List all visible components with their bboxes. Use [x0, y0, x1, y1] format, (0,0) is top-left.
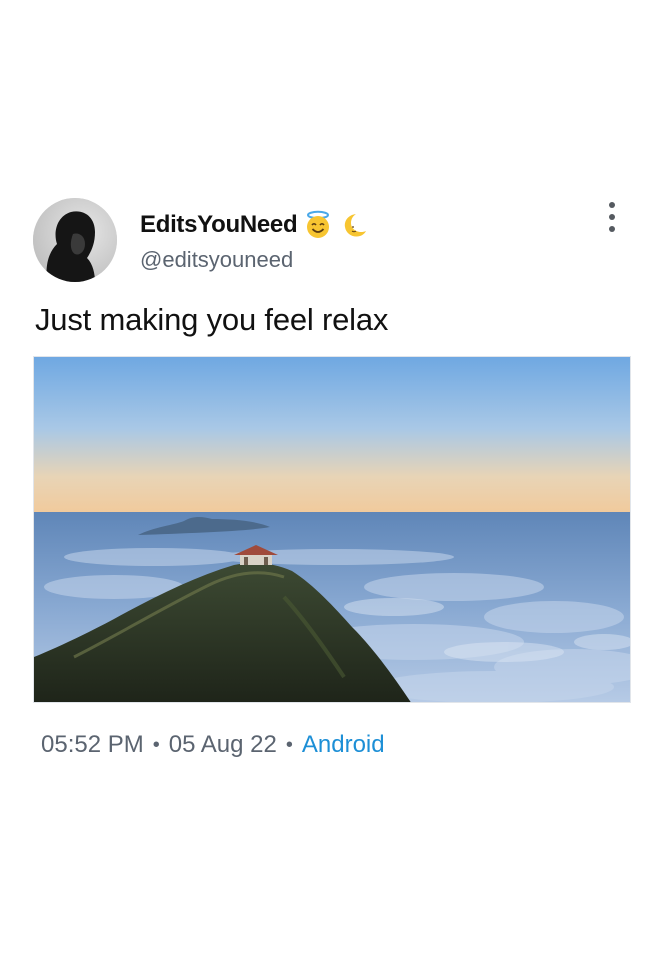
tweet-card: EditsYouNeed @editsyouneed Just making y…: [0, 0, 664, 966]
tweet-date: 05 Aug 22: [168, 731, 277, 758]
tweet-media-image[interactable]: [33, 356, 631, 703]
more-vertical-icon-dot: [609, 226, 615, 232]
smiling-face-with-halo-emoji-icon: [303, 210, 333, 240]
more-vertical-icon-dot: [609, 214, 615, 220]
more-vertical-icon: [609, 202, 615, 208]
tweet-text: Just making you feel relax: [35, 302, 389, 337]
tweet-metadata: 05:52 PM • 05 Aug 22 • Android: [41, 731, 385, 759]
more-options-button[interactable]: [600, 202, 624, 232]
separator-dot: •: [285, 733, 293, 756]
tweet-source-link[interactable]: Android: [302, 731, 385, 759]
tweet-time: 05:52 PM: [41, 731, 144, 758]
display-name[interactable]: EditsYouNeed: [140, 211, 298, 239]
crescent-moon-emoji-icon: [339, 210, 369, 240]
separator-dot: •: [152, 733, 160, 756]
avatar[interactable]: [33, 198, 117, 282]
author-name-row: EditsYouNeed: [140, 207, 369, 243]
user-handle[interactable]: @editsyouneed: [140, 247, 293, 273]
